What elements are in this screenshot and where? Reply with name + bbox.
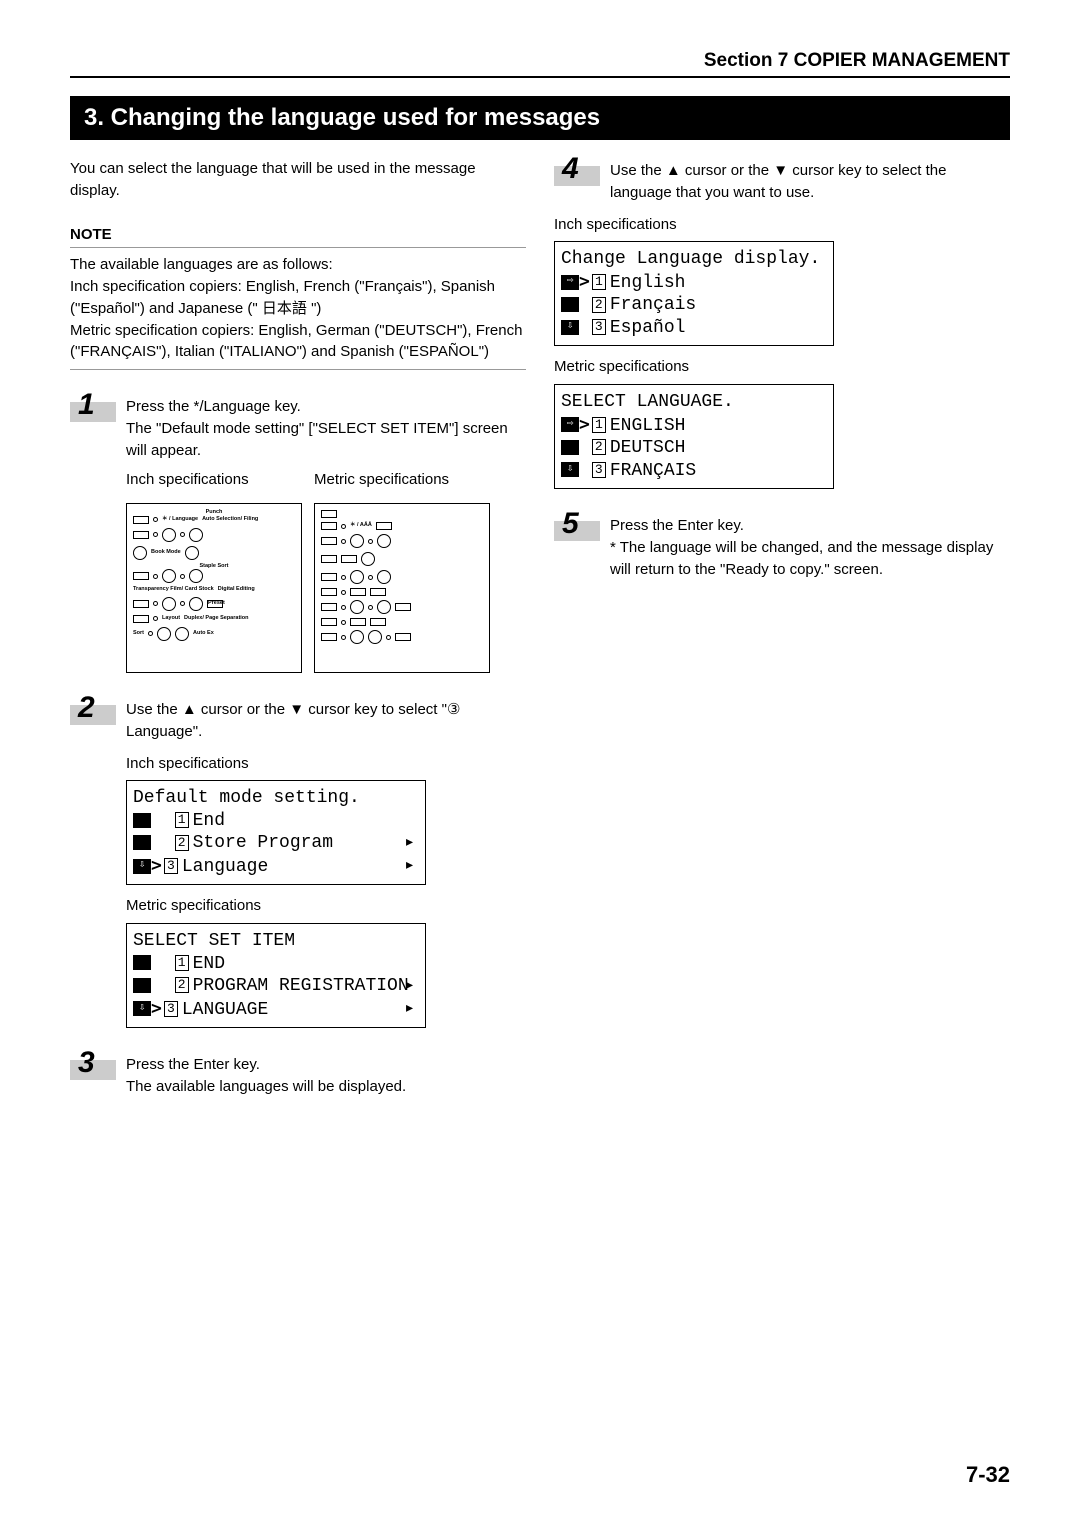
step-text: Press the Enter key. The available langu… [126, 1052, 526, 1098]
lcd-select-language-metric: SELECT LANGUAGE. ⇨>1ENGLISH 2DEUTSCH ⇩ 3… [554, 384, 834, 489]
step-text: Press the Enter key. * The language will… [610, 513, 1010, 580]
lcd-item: PROGRAM REGISTRATION [193, 976, 409, 996]
panel-label: Auto Ex [193, 631, 214, 637]
lcd-title: Default mode setting. [133, 787, 417, 810]
panel-label: ＊ / Language [162, 517, 198, 523]
panel-label: ＊ / AÄÅ [350, 523, 372, 529]
inch-label: Inch specifications [554, 214, 1010, 236]
lcd-select-set-item-metric: SELECT SET ITEM 1END 2PROGRAM REGISTRATI… [126, 923, 426, 1028]
step-4: 4 Use the ▲ cursor or the ▼ cursor key t… [554, 158, 1010, 204]
lcd-item: Language [182, 857, 268, 877]
inch-label: Inch specifications [126, 469, 302, 491]
lcd-title: SELECT LANGUAGE. [561, 391, 825, 414]
panel-label: Sort [133, 631, 144, 637]
step-3: 3 Press the Enter key. The available lan… [70, 1052, 526, 1098]
page-number: 7-32 [966, 1462, 1010, 1488]
section-header: Section 7 COPIER MANAGEMENT [70, 50, 1010, 78]
note-line: The available languages are as follows: [70, 254, 526, 276]
step-text: Use the ▲ cursor or the ▼ cursor key to … [126, 697, 526, 743]
metric-label: Metric specifications [126, 895, 526, 917]
metric-label: Metric specifications [554, 356, 1010, 378]
lcd-default-mode-inch: Default mode setting. 1End 2Store Progra… [126, 780, 426, 885]
step-5: 5 Press the Enter key. * The language wi… [554, 513, 1010, 580]
panel-label: Layout [162, 616, 180, 622]
note-label: NOTE [70, 224, 526, 249]
page-title: 3. Changing the language used for messag… [70, 96, 1010, 140]
lcd-item: END [193, 954, 225, 974]
lcd-item: Español [610, 318, 686, 338]
panel-label: Preset [207, 600, 223, 608]
note-body: The available languages are as follows: … [70, 254, 526, 370]
lcd-item: LANGUAGE [182, 1000, 268, 1020]
metric-label: Metric specifications [314, 469, 490, 491]
step-2: 2 Use the ▲ cursor or the ▼ cursor key t… [70, 697, 526, 743]
step-number: 4 [562, 154, 579, 184]
lcd-title: Change Language display. [561, 248, 825, 271]
panel-label: Transparency Film/ Card Stock [133, 587, 214, 593]
lcd-item: English [610, 273, 686, 293]
inch-label: Inch specifications [126, 753, 526, 775]
step-text: Press the */Language key. The "Default m… [126, 394, 526, 461]
lcd-change-language-inch: Change Language display. ⇨>1English 2Fra… [554, 241, 834, 346]
intro-text: You can select the language that will be… [70, 158, 526, 202]
note-line: Metric specification copiers: English, G… [70, 320, 526, 364]
note-line: Inch specification copiers: English, Fre… [70, 276, 526, 320]
step-number: 5 [562, 509, 579, 539]
step-text: Use the ▲ cursor or the ▼ cursor key to … [610, 158, 1010, 204]
step-number: 1 [78, 390, 95, 420]
control-panel-metric: ＊ / AÄÅ [314, 503, 490, 673]
lcd-item: DEUTSCH [610, 438, 686, 458]
lcd-item: ENGLISH [610, 416, 686, 436]
step-number: 2 [78, 693, 95, 723]
control-panel-inch: Punch ＊ / LanguageAuto Selection/ Filing… [126, 503, 302, 673]
lcd-item: End [193, 811, 225, 831]
step-1: 1 Press the */Language key. The "Default… [70, 394, 526, 461]
panel-label: Book Mode [151, 550, 181, 556]
panel-label: Auto Selection/ Filing [202, 517, 258, 523]
lcd-item: FRANÇAIS [610, 461, 696, 481]
panel-label: Duplex/ Page Separation [184, 616, 249, 622]
lcd-item: Store Program [193, 833, 333, 853]
step-number: 3 [78, 1048, 95, 1078]
panel-label: Digital Editing [218, 587, 255, 593]
lcd-item: Français [610, 295, 696, 315]
lcd-title: SELECT SET ITEM [133, 930, 417, 953]
